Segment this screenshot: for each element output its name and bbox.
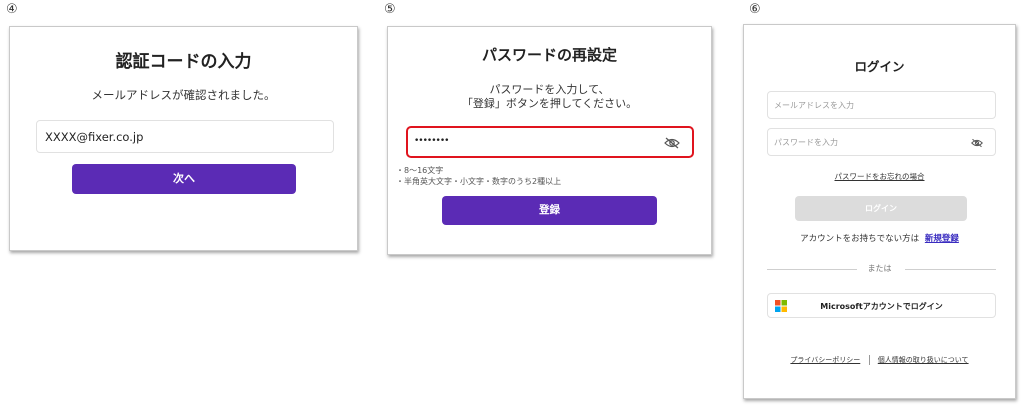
- signup-row: アカウントをお持ちでない方は 新規登録: [744, 232, 1015, 244]
- forgot-password-link[interactable]: パスワードをお忘れの場合: [835, 172, 925, 181]
- page-title: 認証コードの入力: [115, 52, 252, 72]
- new-password-field[interactable]: ••••••••: [406, 126, 694, 158]
- page-title: パスワードの再設定: [481, 46, 617, 64]
- password-placeholder: パスワードを入力: [774, 138, 838, 147]
- verification-code-field[interactable]: XXXX@fixer.co.jp: [36, 120, 334, 153]
- email-field[interactable]: メールアドレスを入力: [767, 91, 996, 119]
- register-button[interactable]: 登録: [442, 196, 657, 225]
- page-title: ログイン: [854, 59, 905, 74]
- confirmation-message: メールアドレスが確認されました。: [91, 88, 276, 102]
- password-value: ••••••••: [414, 136, 449, 146]
- email-placeholder: メールアドレスを入力: [774, 101, 854, 110]
- verification-code-value: XXXX@fixer.co.jp: [45, 130, 144, 144]
- no-account-text: アカウントをお持ちでない方は: [800, 234, 920, 244]
- footer-separator: [868, 355, 870, 365]
- panel-login: ログイン メールアドレスを入力 パスワードを入力 パスワードをお忘れの場合 ログ…: [743, 24, 1016, 399]
- login-button[interactable]: ログイン: [795, 196, 967, 221]
- eye-slash-icon[interactable]: [971, 138, 983, 148]
- footer-links: プライバシーポリシー 個人情報の取り扱いについて: [744, 355, 1015, 365]
- privacy-policy-link[interactable]: プライバシーポリシー: [790, 356, 860, 364]
- signup-link[interactable]: 新規登録: [925, 234, 959, 244]
- forgot-password-row: パスワードをお忘れの場合: [744, 171, 1015, 182]
- eye-slash-icon[interactable]: [664, 137, 680, 149]
- panel-password-reset: パスワードの再設定 パスワードを入力して、 「登録」ボタンを押してください。 •…: [387, 26, 712, 255]
- password-field[interactable]: パスワードを入力: [767, 128, 996, 156]
- password-rule-length: ・8～16文字: [396, 166, 444, 175]
- divider-right: [905, 269, 996, 270]
- personal-info-link[interactable]: 個人情報の取り扱いについて: [878, 356, 969, 364]
- step-number-6: ⑥: [749, 2, 761, 17]
- step-number-5: ⑤: [384, 2, 396, 17]
- next-button[interactable]: 次へ: [72, 164, 296, 194]
- step-number-4: ④: [6, 2, 18, 17]
- microsoft-login-button[interactable]: Microsoftアカウントでログイン: [767, 293, 996, 318]
- password-rule-chars: ・半角英大文字・小文字・数字のうち2種以上: [396, 177, 562, 186]
- microsoft-login-label: Microsoftアカウントでログイン: [820, 302, 943, 311]
- instruction-line-2: 「登録」ボタンを押してください。: [461, 97, 638, 110]
- panel-verification-code: 認証コードの入力 メールアドレスが確認されました。 XXXX@fixer.co.…: [9, 26, 358, 251]
